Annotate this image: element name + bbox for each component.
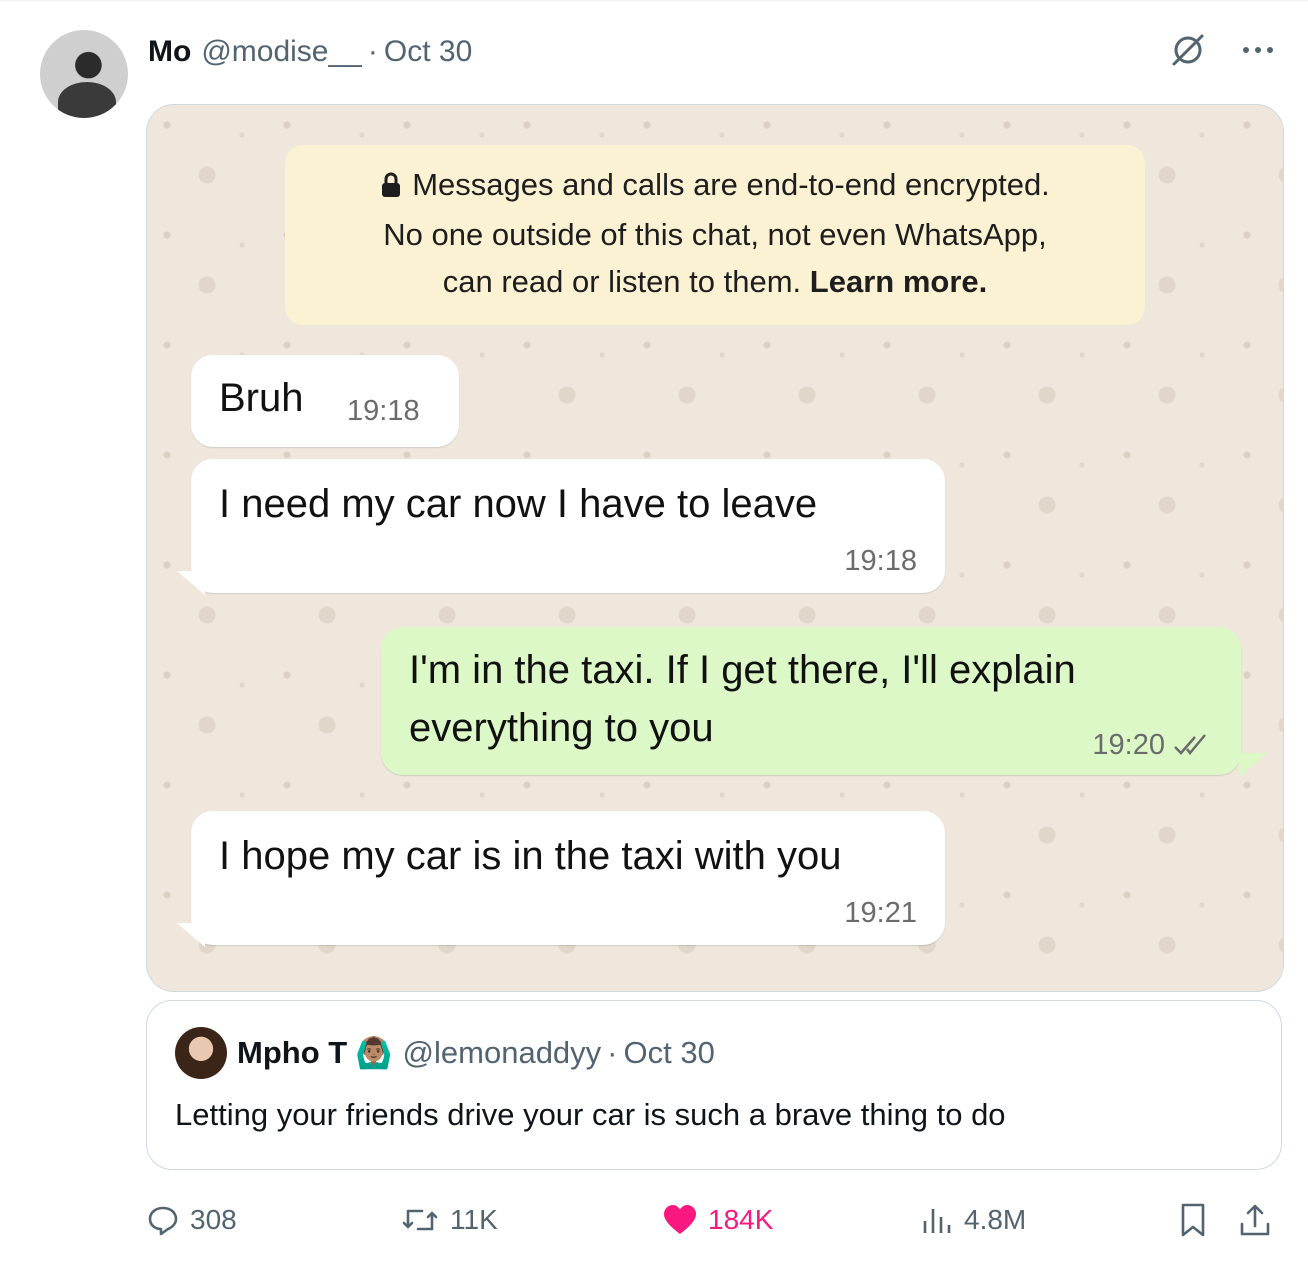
post-top-icons xyxy=(1168,30,1278,70)
author-handle[interactable]: @modise__ xyxy=(201,35,362,69)
message-time: 19:20 xyxy=(1092,729,1165,761)
message-text: I need my car now I have to leave xyxy=(219,482,818,526)
bookmark-button[interactable] xyxy=(1178,1196,1218,1244)
author-avatar[interactable] xyxy=(40,30,128,118)
grok-icon[interactable] xyxy=(1168,30,1208,70)
view-count: 4.8M xyxy=(964,1204,1027,1235)
reply-icon xyxy=(148,1206,178,1236)
retweet-icon xyxy=(402,1209,438,1231)
quoted-badge-emoji: 🙆🏽‍♂️ xyxy=(355,1036,393,1070)
bubble-tail xyxy=(177,571,205,595)
message-text-line-1: I'm in the taxi. If I get there, I'll ex… xyxy=(409,648,1076,692)
views-icon xyxy=(923,1209,951,1233)
message-time: 19:18 xyxy=(844,545,917,577)
message-bubble-incoming[interactable]: Bruh 19:18 xyxy=(191,355,459,447)
quoted-header: Mpho T 🙆🏽‍♂️ @lemonaddyy · Oct 30 xyxy=(237,1031,715,1075)
like-count: 184K xyxy=(708,1204,774,1235)
read-receipt-icon xyxy=(1171,731,1213,764)
encryption-notice: Messages and calls are end-to-end encryp… xyxy=(285,145,1145,325)
quoted-post[interactable]: Mpho T 🙆🏽‍♂️ @lemonaddyy · Oct 30 Lettin… xyxy=(146,1000,1282,1170)
quoted-author-name: Mpho T xyxy=(237,1035,348,1070)
message-text: Bruh xyxy=(219,376,304,420)
reply-button[interactable]: 308 xyxy=(146,1196,237,1244)
encryption-text-1: Messages and calls are end-to-end encryp… xyxy=(412,167,1050,202)
message-time: 19:21 xyxy=(844,897,917,929)
message-bubble-incoming[interactable]: I need my car now I have to leave 19:18 xyxy=(191,459,945,593)
message-time: 19:18 xyxy=(347,395,420,427)
learn-more-link[interactable]: Learn more. xyxy=(810,264,987,299)
message-bubble-incoming[interactable]: I hope my car is in the taxi with you 19… xyxy=(191,811,945,945)
top-divider xyxy=(0,0,1308,1)
encryption-line-3: can read or listen to them. Learn more. xyxy=(285,258,1145,305)
post-header: Mo @modise__ · Oct 30 xyxy=(148,30,472,74)
lock-icon xyxy=(380,164,402,211)
share-icon xyxy=(1240,1204,1270,1236)
encryption-line-1: Messages and calls are end-to-end encryp… xyxy=(285,161,1145,211)
views-button[interactable]: 4.8M xyxy=(920,1196,1026,1244)
repost-button[interactable]: 11K xyxy=(400,1196,498,1244)
author-name[interactable]: Mo xyxy=(148,35,191,69)
message-text-line-2: everything to you xyxy=(409,706,714,750)
message-text: I hope my car is in the taxi with you xyxy=(219,834,842,878)
encryption-text-3: can read or listen to them. xyxy=(442,264,802,299)
repost-count: 11K xyxy=(450,1204,498,1235)
like-icon xyxy=(664,1205,696,1234)
action-bar: 308 11K 184K 4.8M xyxy=(146,1196,1282,1244)
quoted-date: Oct 30 xyxy=(623,1035,715,1070)
quoted-text: Letting your friends drive your car is s… xyxy=(175,1097,1006,1132)
quoted-author-avatar xyxy=(175,1027,227,1079)
bubble-tail xyxy=(177,923,205,947)
bookmark-icon xyxy=(1181,1203,1205,1237)
quoted-author-handle: @lemonaddyy xyxy=(402,1035,602,1070)
header-separator: · xyxy=(367,35,378,68)
more-icon[interactable] xyxy=(1238,30,1278,70)
quoted-separator: · xyxy=(607,1035,618,1070)
chat-screenshot[interactable]: Messages and calls are end-to-end encryp… xyxy=(146,104,1284,992)
reply-count: 308 xyxy=(190,1204,237,1235)
message-bubble-outgoing[interactable]: I'm in the taxi. If I get there, I'll ex… xyxy=(381,627,1241,775)
like-button[interactable]: 184K xyxy=(662,1196,773,1244)
post-date[interactable]: Oct 30 xyxy=(384,35,472,69)
share-button[interactable] xyxy=(1238,1196,1282,1244)
bubble-tail xyxy=(1239,753,1267,777)
encryption-text-2: No one outside of this chat, not even Wh… xyxy=(383,217,1047,252)
